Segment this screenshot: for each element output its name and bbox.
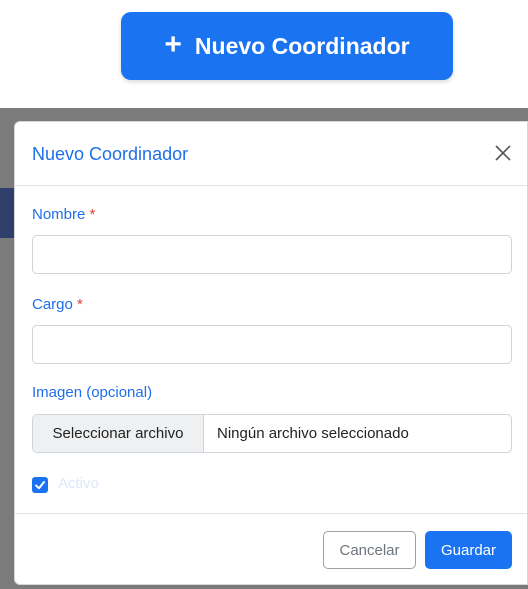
check-icon [35, 481, 45, 490]
select-file-button[interactable]: Seleccionar archivo [33, 415, 204, 452]
modal-footer: Cancelar Guardar [15, 513, 527, 585]
cargo-label-text: Cargo [32, 296, 73, 313]
close-icon[interactable] [493, 143, 513, 163]
file-status-text: Ningún archivo seleccionado [217, 425, 409, 442]
nombre-label-text: Nombre [32, 206, 86, 223]
imagen-file-input[interactable]: Seleccionar archivo Ningún archivo selec… [32, 414, 512, 453]
activo-checkbox[interactable] [32, 477, 48, 493]
cancel-button[interactable]: Cancelar [323, 531, 416, 569]
cargo-label: Cargo * [32, 296, 83, 313]
nombre-required-mark: * [89, 206, 96, 223]
modal-title: Nuevo Coordinador [32, 144, 189, 164]
cargo-input[interactable] [32, 325, 512, 364]
imagen-label: Imagen (opcional) [32, 384, 153, 401]
background-sidebar-fragment [0, 188, 14, 238]
cargo-required-mark: * [77, 296, 83, 313]
modal-header: Nuevo Coordinador [15, 122, 527, 186]
nombre-input[interactable] [32, 235, 512, 274]
activo-label: Activo [58, 475, 99, 492]
save-button[interactable]: Guardar [425, 531, 512, 569]
new-coordinator-modal: Nuevo Coordinador Nombre * Cargo * Image… [14, 121, 528, 585]
plus-icon: + [164, 28, 182, 61]
new-coordinator-button-label: Nuevo Coordinador [194, 32, 410, 59]
new-coordinator-button[interactable]: + Nuevo Coordinador [121, 12, 453, 80]
nombre-label: Nombre * [32, 206, 95, 223]
